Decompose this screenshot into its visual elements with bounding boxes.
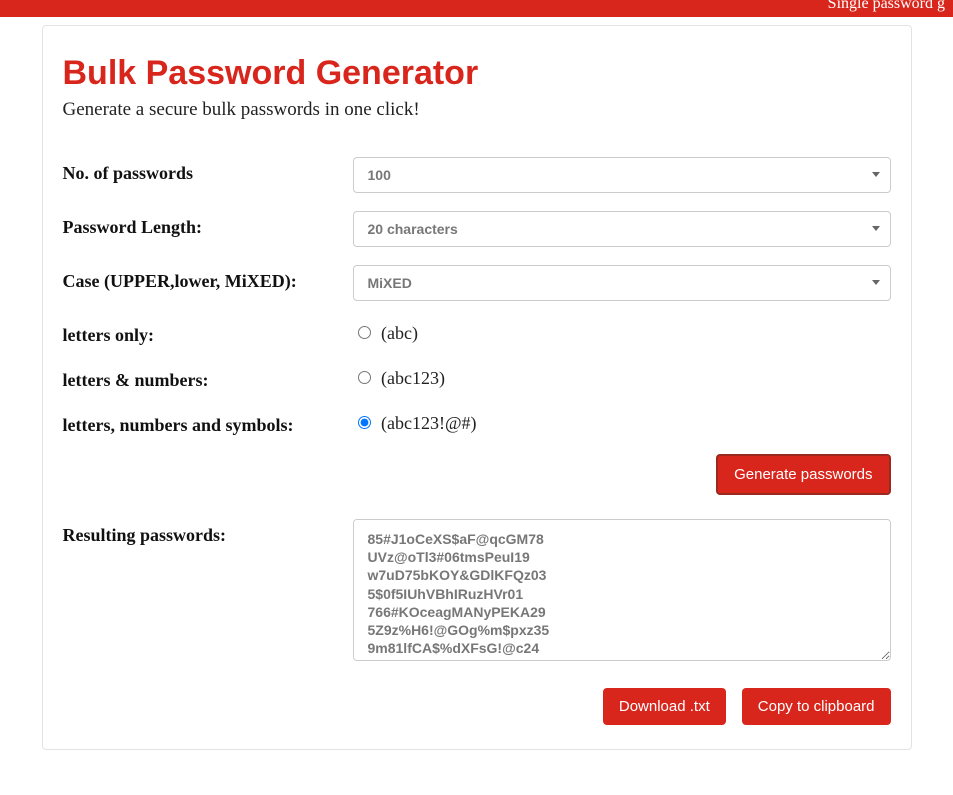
row-length: Password Length: 20 characters [63, 211, 891, 247]
select-case[interactable]: MiXED [353, 265, 891, 301]
radio-letters-only[interactable] [358, 326, 371, 339]
single-password-link[interactable]: Single password g [828, 0, 945, 12]
radio-letters-only-example: (abc) [381, 323, 418, 343]
label-letters-only: letters only: [63, 319, 353, 346]
download-button[interactable]: Download .txt [603, 688, 726, 725]
action-buttons-row: Download .txt Copy to clipboard [63, 688, 891, 725]
radio-letters-numbers[interactable] [358, 371, 371, 384]
label-case: Case (UPPER,lower, MiXED): [63, 265, 353, 292]
row-letters-numbers: letters & numbers: (abc123) [63, 364, 891, 391]
radio-letters-numbers-wrap[interactable]: (abc123) [353, 368, 445, 388]
radio-all-example: (abc123!@#) [381, 413, 477, 433]
label-results: Resulting passwords: [63, 519, 353, 546]
generate-row: Generate passwords [63, 454, 891, 495]
radio-letters-numbers-symbols[interactable] [358, 416, 371, 429]
label-letters-numbers-symbols: letters, numbers and symbols: [63, 409, 353, 436]
radio-letters-only-wrap[interactable]: (abc) [353, 323, 418, 343]
row-count: No. of passwords 100 [63, 157, 891, 193]
page-title: Bulk Password Generator [63, 54, 891, 93]
results-textarea[interactable] [353, 519, 891, 661]
label-count: No. of passwords [63, 157, 353, 184]
row-case: Case (UPPER,lower, MiXED): MiXED [63, 265, 891, 301]
label-letters-numbers: letters & numbers: [63, 364, 353, 391]
radio-all-wrap[interactable]: (abc123!@#) [353, 413, 477, 433]
row-letters-numbers-symbols: letters, numbers and symbols: (abc123!@#… [63, 409, 891, 436]
select-length[interactable]: 20 characters [353, 211, 891, 247]
top-header-bar: Single password g [0, 0, 953, 17]
generator-panel: Bulk Password Generator Generate a secur… [42, 25, 912, 750]
generate-button[interactable]: Generate passwords [716, 454, 890, 495]
row-letters-only: letters only: (abc) [63, 319, 891, 346]
select-count[interactable]: 100 [353, 157, 891, 193]
copy-button[interactable]: Copy to clipboard [742, 688, 891, 725]
radio-letters-numbers-example: (abc123) [381, 368, 445, 388]
label-length: Password Length: [63, 211, 353, 238]
page-subtitle: Generate a secure bulk passwords in one … [63, 99, 891, 121]
row-results: Resulting passwords: [63, 519, 891, 666]
